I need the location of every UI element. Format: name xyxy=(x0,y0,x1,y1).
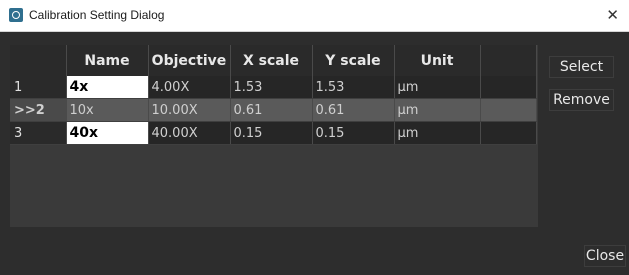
table-row[interactable]: 3 40x 40.00X 0.15 0.15 µm xyxy=(10,121,537,145)
header-name[interactable]: Name xyxy=(66,45,149,76)
unit-cell[interactable]: µm xyxy=(394,121,481,145)
title-bar: Calibration Setting Dialog ✕ xyxy=(0,0,629,32)
calibration-table-area: Name Objective X scale Y scale Unit 1 4x… xyxy=(10,45,538,227)
empty-cell xyxy=(480,76,537,99)
window-title: Calibration Setting Dialog xyxy=(29,8,165,22)
objective-cell[interactable]: 10.00X xyxy=(148,98,231,122)
objective-cell[interactable]: 4.00X xyxy=(148,76,231,99)
row-number[interactable]: 3 xyxy=(10,121,67,145)
unit-cell[interactable]: µm xyxy=(394,98,481,122)
header-y-scale[interactable]: Y scale xyxy=(312,45,395,76)
name-cell[interactable]: 40x xyxy=(66,121,149,145)
x-scale-cell[interactable]: 0.61 xyxy=(230,98,313,122)
x-scale-cell[interactable]: 0.15 xyxy=(230,121,313,145)
y-scale-cell[interactable]: 0.61 xyxy=(312,98,395,122)
calibration-dialog: Calibration Setting Dialog ✕ Name Object… xyxy=(0,0,629,275)
table-row[interactable]: 1 4x 4.00X 1.53 1.53 µm xyxy=(10,76,537,99)
header-unit[interactable]: Unit xyxy=(394,45,481,76)
objective-cell[interactable]: 40.00X xyxy=(148,121,231,145)
close-button[interactable]: Close xyxy=(584,245,626,267)
name-cell[interactable]: 10x xyxy=(66,98,149,122)
header-objective[interactable]: Objective xyxy=(148,45,231,76)
app-icon xyxy=(9,8,23,22)
select-button[interactable]: Select xyxy=(549,56,614,78)
header-x-scale[interactable]: X scale xyxy=(230,45,313,76)
y-scale-cell[interactable]: 1.53 xyxy=(312,76,395,99)
row-number[interactable]: >>2 xyxy=(10,98,67,122)
table-row-selected[interactable]: >>2 10x 10.00X 0.61 0.61 µm xyxy=(10,98,537,122)
empty-cell xyxy=(480,121,537,145)
header-rownum xyxy=(10,45,67,76)
row-number[interactable]: 1 xyxy=(10,76,67,99)
calibration-table: Name Objective X scale Y scale Unit 1 4x… xyxy=(10,45,537,145)
x-scale-cell[interactable]: 1.53 xyxy=(230,76,313,99)
header-empty xyxy=(480,45,537,76)
name-cell[interactable]: 4x xyxy=(66,76,149,99)
remove-button[interactable]: Remove xyxy=(549,89,614,111)
empty-cell xyxy=(480,98,537,122)
y-scale-cell[interactable]: 0.15 xyxy=(312,121,395,145)
unit-cell[interactable]: µm xyxy=(394,76,481,99)
close-icon[interactable]: ✕ xyxy=(606,6,619,24)
